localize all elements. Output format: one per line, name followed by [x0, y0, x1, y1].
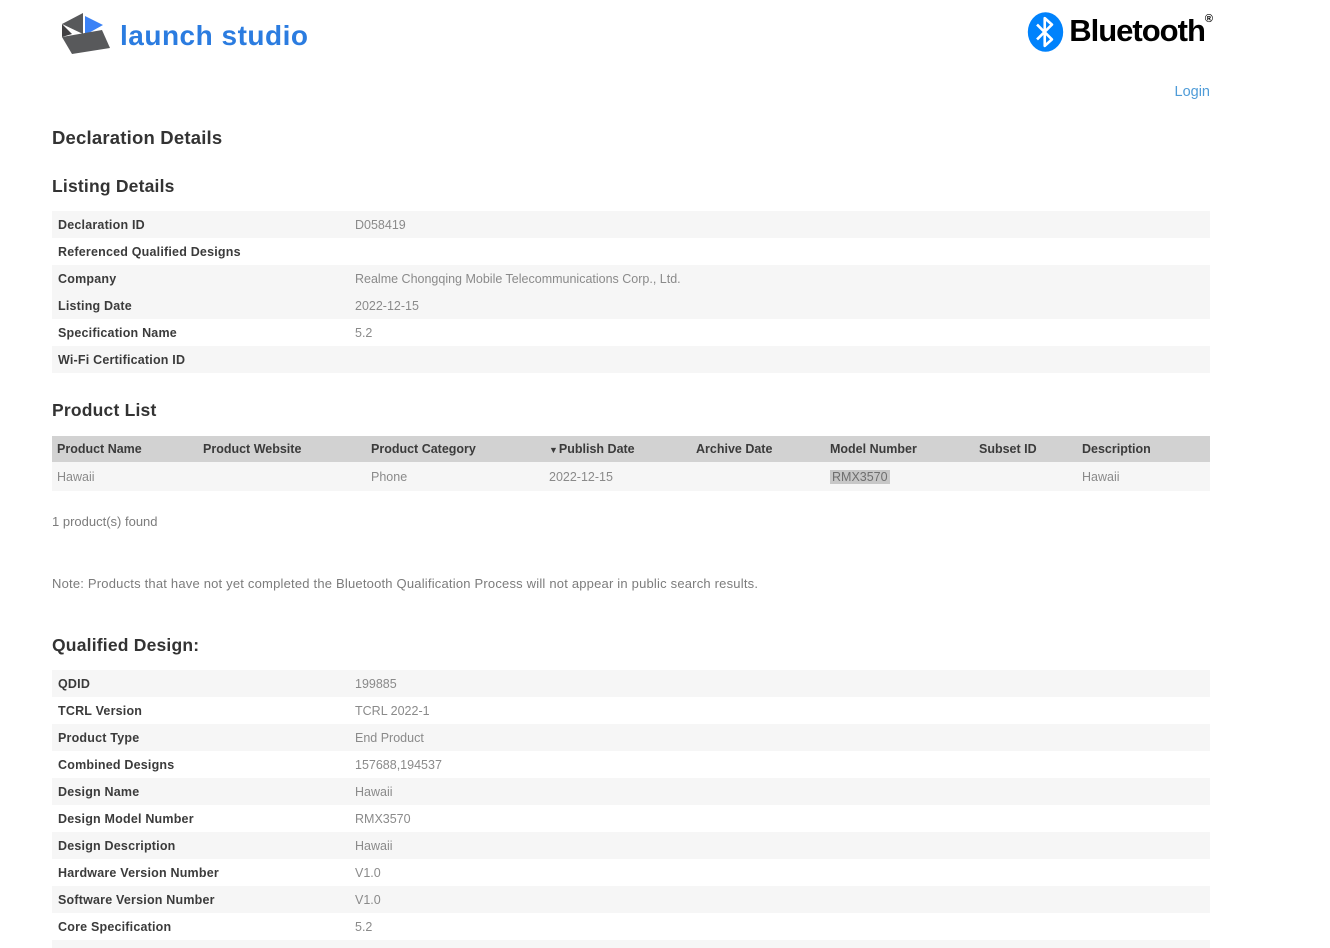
bluetooth-logo: Bluetooth®: [1027, 10, 1213, 57]
column-header-product-name[interactable]: Product Name: [52, 442, 198, 456]
detail-label: Core Specification: [58, 919, 172, 934]
detail-value: 5.2: [355, 325, 373, 340]
page-title: Declaration Details: [52, 127, 223, 148]
column-header-subset-id[interactable]: Subset ID: [974, 442, 1077, 456]
detail-label: Hardware Version Number: [58, 865, 219, 880]
column-header-model-number[interactable]: Model Number: [825, 442, 974, 456]
detail-label: TCRL Version: [58, 703, 143, 718]
qualified-design-heading: Qualified Design:: [52, 635, 200, 655]
detail-value: V1.0: [355, 865, 381, 880]
column-header-archive-date[interactable]: Archive Date: [691, 442, 825, 456]
detail-value: Hawaii: [355, 784, 393, 799]
detail-row: Wi-Fi Certification ID: [52, 346, 1210, 373]
product-list-table: Product Name Product Website Product Categ…: [52, 436, 1210, 491]
listing-details-table: Declaration ID D058419 Referenced Qualif…: [52, 211, 1210, 373]
detail-row: Design Description Hawaii: [52, 832, 1210, 859]
detail-label: Design Name: [58, 784, 140, 799]
login-link[interactable]: Login: [1175, 84, 1210, 100]
product-list-header-row: Product Name Product Website Product Categ…: [52, 436, 1210, 462]
detail-row: Core Specification 5.2: [52, 913, 1210, 940]
detail-row: Specification Name 5.2: [52, 319, 1210, 346]
column-header-product-category[interactable]: Product Category: [366, 442, 544, 456]
detail-row: Referenced Qualified Designs: [52, 238, 1210, 265]
detail-row: Combined Designs 157688,194537: [52, 751, 1210, 778]
detail-label: Company: [58, 271, 117, 286]
column-header-product-website[interactable]: Product Website: [198, 442, 366, 456]
detail-row: Software Version Number V1.0: [52, 886, 1210, 913]
detail-value: RMX3570: [355, 811, 411, 826]
detail-label: Software Version Number: [58, 892, 215, 907]
detail-row: Company Realme Chongqing Mobile Telecomm…: [52, 265, 1210, 292]
detail-label: Design Description: [58, 838, 176, 853]
launch-studio-logo-text: launch studio: [120, 19, 309, 51]
listing-details-heading: Listing Details: [52, 176, 175, 196]
detail-value: 157688,194537: [355, 757, 442, 772]
column-header-publish-date[interactable]: ▼Publish Date: [544, 442, 691, 456]
product-cell: RMX3570: [825, 469, 974, 484]
next-row-sliver: [52, 940, 1210, 948]
sort-descending-icon: ▼: [549, 445, 558, 455]
login-row: Login: [0, 83, 1210, 101]
detail-row: QDID 199885: [52, 670, 1210, 697]
detail-label: Specification Name: [58, 325, 177, 340]
detail-value: 2022-12-15: [355, 298, 419, 313]
detail-row: Declaration ID D058419: [52, 211, 1210, 238]
product-list-heading: Product List: [52, 400, 157, 420]
qualified-design-table: QDID 199885 TCRL Version TCRL 2022-1 Pro…: [52, 670, 1210, 940]
selected-text: RMX3570: [830, 469, 890, 484]
detail-row: Listing Date 2022-12-15: [52, 292, 1210, 319]
detail-label: Design Model Number: [58, 811, 194, 826]
launch-studio-logo[interactable]: launch studio: [58, 10, 309, 61]
product-row: Hawaii Phone 2022-12-15 RMX3570 Hawaii: [52, 462, 1210, 491]
detail-value: V1.0: [355, 892, 381, 907]
detail-label: QDID: [58, 676, 91, 691]
registered-trademark: ®: [1204, 13, 1213, 25]
main-content: Declaration Details Listing Details Decl…: [52, 127, 1210, 948]
detail-label: Declaration ID: [58, 217, 145, 232]
detail-row: TCRL Version TCRL 2022-1: [52, 697, 1210, 724]
detail-value: 5.2: [355, 919, 373, 934]
product-cell: Hawaii: [1082, 469, 1120, 484]
detail-label: Combined Designs: [58, 757, 175, 772]
detail-row: Design Model Number RMX3570: [52, 805, 1210, 832]
detail-row: Product Type End Product: [52, 724, 1210, 751]
product-cell: Hawaii: [57, 469, 95, 484]
detail-value: TCRL 2022-1: [355, 703, 430, 718]
launch-studio-icon: [58, 10, 110, 61]
detail-label: Referenced Qualified Designs: [58, 244, 241, 259]
detail-value: Hawaii: [355, 838, 393, 853]
detail-value: 199885: [355, 676, 397, 691]
detail-row: Hardware Version Number V1.0: [52, 859, 1210, 886]
detail-value: End Product: [355, 730, 424, 745]
product-cell: 2022-12-15: [549, 469, 613, 484]
page-header: launch studio Bluetooth®: [0, 0, 1330, 61]
bluetooth-icon: [1027, 12, 1064, 57]
detail-label: Listing Date: [58, 298, 132, 313]
detail-row: Design Name Hawaii: [52, 778, 1210, 805]
product-cell: Phone: [371, 469, 408, 484]
column-header-description[interactable]: Description: [1077, 442, 1210, 456]
bluetooth-logo-text: Bluetooth®: [1069, 13, 1213, 48]
products-found-text: 1 product(s) found: [52, 514, 158, 529]
detail-value: Realme Chongqing Mobile Telecommunicatio…: [355, 271, 681, 286]
detail-label: Wi-Fi Certification ID: [58, 352, 186, 367]
detail-label: Product Type: [58, 730, 140, 745]
note-text: Note: Products that have not yet complet…: [52, 576, 759, 591]
detail-value: D058419: [355, 217, 406, 232]
product-list-body: Hawaii Phone 2022-12-15 RMX3570 Hawaii: [52, 462, 1210, 491]
